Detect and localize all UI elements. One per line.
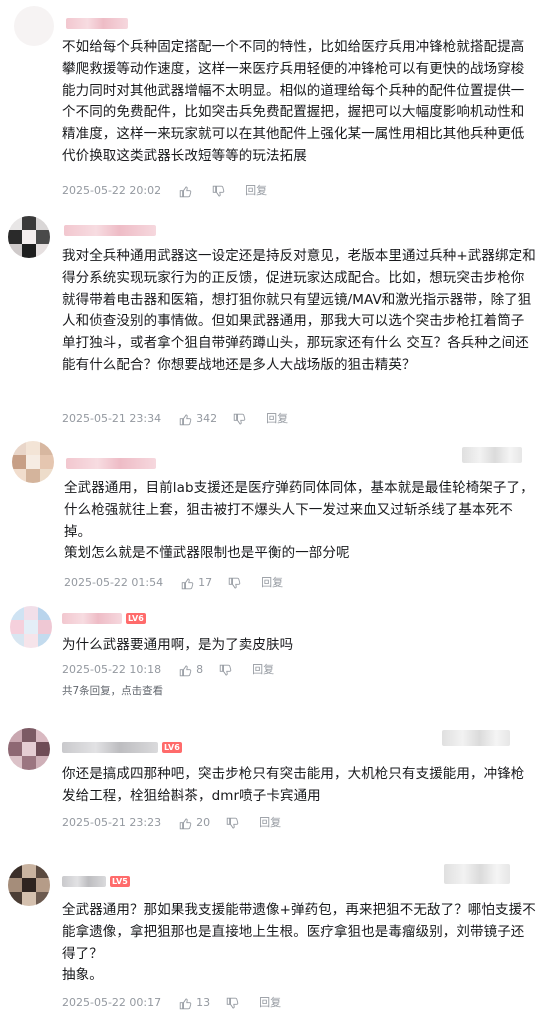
- comment-time: 2025-05-21 23:34: [62, 412, 162, 425]
- user-badge: [442, 730, 510, 746]
- view-replies-link[interactable]: 共7条回复，点击查看: [62, 684, 163, 698]
- reply-button[interactable]: 回复: [266, 411, 288, 427]
- reply-button[interactable]: 回复: [261, 575, 283, 591]
- comment-meta: 2025-05-22 10:18 8 回复: [62, 662, 274, 678]
- avatar[interactable]: [14, 6, 54, 46]
- like-button[interactable]: 8: [179, 662, 203, 678]
- like-button[interactable]: 342: [179, 411, 217, 427]
- reply-button[interactable]: 回复: [245, 183, 267, 199]
- comment-item: 全武器通用，目前lab支援还是医疗弹药同体同体，基本就是最佳轮椅架子了，什么枪强…: [0, 433, 550, 598]
- thumb-down-icon: [228, 577, 241, 588]
- like-count: 342: [196, 412, 218, 425]
- user-badge: [444, 864, 510, 884]
- user-badge: [462, 447, 522, 463]
- like-count: 20: [196, 816, 211, 829]
- comment-text: 全武器通用？那如果我支援能带遗像+弹药包，再来把狙不无敌了？哪怕支援不能拿遗像，…: [62, 902, 536, 984]
- comment-time: 2025-05-22 20:02: [62, 184, 162, 197]
- thumb-up-icon: [179, 818, 192, 829]
- thumb-down-icon: [219, 664, 232, 675]
- comment-meta: 2025-05-21 23:23 20 回复: [62, 815, 281, 831]
- comment-time: 2025-05-22 10:18: [62, 663, 162, 676]
- username[interactable]: [62, 742, 158, 753]
- dislike-button[interactable]: [233, 413, 250, 426]
- avatar[interactable]: [8, 216, 50, 258]
- thumb-up-icon: [179, 665, 192, 676]
- like-button[interactable]: [179, 185, 196, 198]
- thumb-up-icon: [179, 186, 192, 197]
- comment-text: 不如给每个兵种固定搭配一个不同的特性，比如给医疗兵用冲锋枪就搭配提高攀爬救援等动…: [62, 39, 525, 164]
- reply-button[interactable]: 回复: [259, 995, 281, 1011]
- like-button[interactable]: 13: [179, 995, 210, 1011]
- username[interactable]: [66, 458, 156, 469]
- level-badge: LV5: [110, 876, 130, 887]
- comment-item: LV6 为什么武器要通用啊，是为了卖皮肤吗 2025-05-22 10:18 8…: [0, 598, 550, 718]
- comment-time: 2025-05-21 23:23: [62, 816, 162, 829]
- thumb-up-icon: [179, 998, 192, 1009]
- thumb-down-icon: [226, 997, 239, 1008]
- dislike-button[interactable]: [212, 185, 229, 198]
- comment-meta: 2025-05-22 20:02 回复: [62, 183, 267, 199]
- comment-text: 你还是搞成四那种吧，突击步枪只有突击能用，大机枪只有支援能用，冲锋枪发给工程，栓…: [62, 766, 525, 804]
- comment-meta: 2025-05-22 00:17 13 回复: [62, 995, 281, 1011]
- dislike-button[interactable]: [228, 577, 245, 590]
- avatar[interactable]: [8, 728, 50, 770]
- comment-text: 全武器通用，目前lab支援还是医疗弹药同体同体，基本就是最佳轮椅架子了，什么枪强…: [64, 480, 534, 562]
- dislike-button[interactable]: [219, 664, 236, 677]
- username[interactable]: [66, 18, 128, 29]
- like-button[interactable]: 20: [179, 815, 210, 831]
- like-button[interactable]: 17: [181, 575, 212, 591]
- comment-meta: 2025-05-22 01:54 17 回复: [64, 575, 283, 591]
- comment-item: 不如给每个兵种固定搭配一个不同的特性，比如给医疗兵用冲锋枪就搭配提高攀爬救援等动…: [0, 0, 550, 208]
- comment-time: 2025-05-22 00:17: [62, 996, 162, 1009]
- thumb-up-icon: [181, 578, 194, 589]
- comment-meta: 2025-05-21 23:34 342 回复: [62, 411, 288, 427]
- dislike-button[interactable]: [226, 997, 243, 1010]
- comment-item: LV6 你还是搞成四那种吧，突击步枪只有突击能用，大机枪只有支援能用，冲锋枪发给…: [0, 718, 550, 840]
- thumb-down-icon: [212, 185, 225, 196]
- reply-button[interactable]: 回复: [259, 815, 281, 831]
- avatar[interactable]: [8, 864, 50, 906]
- comment-text: 为什么武器要通用啊，是为了卖皮肤吗: [62, 637, 294, 653]
- like-count: 13: [196, 996, 211, 1009]
- level-badge: LV6: [162, 742, 182, 753]
- username[interactable]: [62, 876, 106, 887]
- comment-item: 我对全兵种通用武器这一设定还是持反对意见，老版本里通过兵种+武器绑定和得分系统实…: [0, 208, 550, 433]
- avatar[interactable]: [10, 606, 52, 648]
- dislike-button[interactable]: [226, 817, 243, 830]
- avatar[interactable]: [12, 441, 54, 483]
- comment-item: LV5 全武器通用？那如果我支援能带遗像+弹药包，再来把狙不无敌了？哪怕支援不能…: [0, 840, 550, 1015]
- username[interactable]: [64, 225, 156, 236]
- comment-time: 2025-05-22 01:54: [64, 576, 164, 589]
- comment-text: 我对全兵种通用武器这一设定还是持反对意见，老版本里通过兵种+武器绑定和得分系统实…: [62, 248, 536, 373]
- like-count: 8: [196, 663, 204, 676]
- reply-button[interactable]: 回复: [252, 662, 274, 678]
- thumb-up-icon: [179, 414, 192, 425]
- username[interactable]: [62, 613, 122, 624]
- thumb-down-icon: [226, 817, 239, 828]
- like-count: 17: [198, 576, 213, 589]
- level-badge: LV6: [126, 613, 146, 624]
- thumb-down-icon: [233, 413, 246, 424]
